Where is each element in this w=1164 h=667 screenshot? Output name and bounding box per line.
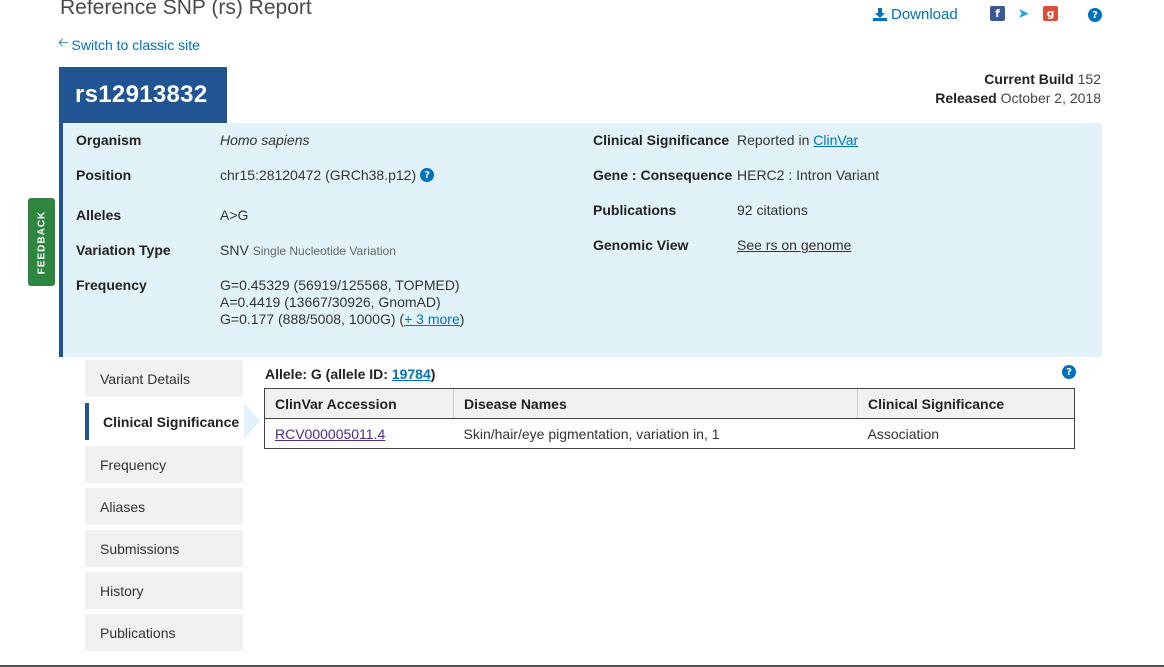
column-header: ClinVar Accession — [264, 388, 454, 419]
build-info: Current Build 152 Released October 2, 20… — [935, 70, 1101, 108]
clinical-significance-field: Reported in ClinVar — [737, 132, 858, 148]
download-icon — [873, 8, 887, 21]
nav-publications[interactable]: Publications — [85, 614, 243, 651]
arrow-left-icon: 🡠 — [58, 35, 69, 50]
summary-panel — [59, 123, 1102, 357]
frequency-line: G=0.45329 (56919/125568, TOPMED) — [220, 277, 460, 293]
variation-type-value: SNV — [220, 242, 249, 258]
clinvar-table: ClinVar Accession Disease Names Clinical… — [264, 388, 1075, 449]
facebook-share-icon[interactable]: f — [990, 6, 1005, 21]
switch-classic-label: Switch to classic site — [71, 37, 200, 53]
column-header: Disease Names — [453, 388, 858, 419]
frequency-line: A=0.4419 (13667/30926, GnomAD) — [220, 294, 441, 310]
variation-type-desc: Single Nucleotide Variation — [252, 244, 396, 258]
position-label: Position — [76, 167, 132, 183]
organism-value: Homo sapiens — [220, 132, 310, 148]
frequency-line-with-more: G=0.177 (888/5008, 1000G) (+ 3 more) — [220, 311, 465, 327]
clinvar-accession-link[interactable]: RCV000005011.4 — [264, 418, 454, 449]
organism-label: Organism — [76, 132, 142, 148]
released-value: October 2, 2018 — [1000, 90, 1101, 106]
table-row: RCV000005011.4 Skin/hair/eye pigmentatio… — [264, 418, 1075, 449]
download-label: Download — [891, 6, 958, 23]
feedback-label: FEEDBACK — [36, 210, 47, 274]
help-icon[interactable]: ? — [1088, 8, 1102, 22]
rsid-heading: rs12913832 — [59, 67, 227, 123]
clinvar-link[interactable]: ClinVar — [813, 132, 858, 148]
allele-title-prefix: Allele: G (allele ID: — [265, 366, 388, 382]
active-tab-arrow — [244, 403, 260, 439]
frequency-more-link[interactable]: + 3 more — [404, 311, 460, 327]
allele-title: Allele: G (allele ID: 19784) — [265, 366, 435, 382]
frequency-label: Frequency — [76, 277, 147, 293]
publications-value: 92 citations — [737, 202, 808, 218]
current-build-value: 152 — [1077, 71, 1101, 87]
column-header: Clinical Significance — [857, 388, 1075, 419]
nav-history[interactable]: History — [85, 572, 243, 609]
clinical-significance-label: Clinical Significance — [593, 132, 730, 148]
help-icon[interactable]: ? — [1062, 365, 1076, 379]
released-label: Released — [935, 90, 997, 106]
gene-consequence-label: Gene : Consequence — [593, 167, 733, 183]
download-button[interactable]: Download — [873, 6, 958, 23]
allele-id-link[interactable]: 19784 — [392, 366, 431, 382]
nav-clinical-significance[interactable]: Clinical Significance — [85, 403, 245, 440]
frequency-value: G=0.45329 (56919/125568, TOPMED) A=0.441… — [220, 277, 464, 328]
help-icon[interactable]: ? — [420, 168, 435, 182]
google-plus-share-icon[interactable]: g — [1043, 6, 1058, 21]
alleles-value: A>G — [220, 207, 249, 223]
current-build-label: Current Build — [984, 71, 1074, 87]
variation-type-field: SNV Single Nucleotide Variation — [220, 242, 396, 258]
allele-title-suffix: ) — [430, 366, 436, 382]
nav-frequency[interactable]: Frequency — [85, 446, 243, 483]
gene-consequence-value: HERC2 : Intron Variant — [737, 167, 880, 183]
clinical-significance-cell: Association — [857, 418, 1075, 449]
page-title: Reference SNP (rs) Report — [60, 0, 312, 19]
genomic-view-link[interactable]: See rs on genome — [737, 237, 851, 253]
twitter-share-icon[interactable]: ➤ — [1016, 6, 1031, 22]
clinical-significance-prefix: Reported in — [737, 132, 810, 148]
nav-aliases[interactable]: Aliases — [85, 488, 243, 525]
nav-submissions[interactable]: Submissions — [85, 530, 243, 567]
switch-classic-link[interactable]: 🡠 Switch to classic site — [58, 34, 200, 56]
position-value: chr15:28120472 (GRCh38.p12) — [220, 167, 417, 183]
feedback-tab[interactable]: FEEDBACK — [28, 198, 55, 286]
alleles-label: Alleles — [76, 207, 122, 223]
disease-name-cell: Skin/hair/eye pigmentation, variation in… — [453, 418, 858, 449]
publications-label: Publications — [593, 202, 677, 218]
variation-type-label: Variation Type — [76, 242, 171, 258]
frequency-line: G=0.177 (888/5008, 1000G) — [220, 311, 396, 327]
table-header-row: ClinVar Accession Disease Names Clinical… — [264, 388, 1075, 419]
nav-variant-details[interactable]: Variant Details — [85, 360, 243, 397]
position-field: chr15:28120472 (GRCh38.p12) ? — [220, 167, 435, 183]
genomic-view-label: Genomic View — [593, 237, 689, 253]
